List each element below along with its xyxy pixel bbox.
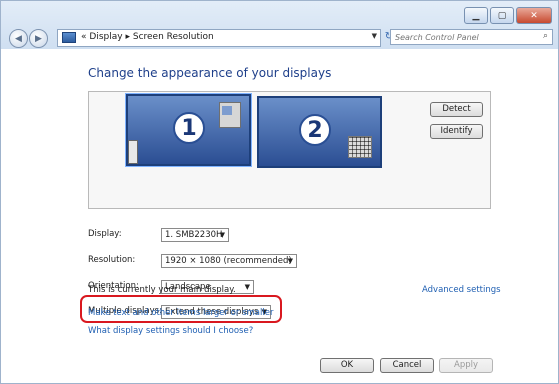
display-label: Display: xyxy=(88,229,122,239)
desktop-window-icon xyxy=(219,102,241,128)
breadcrumb-display[interactable]: Display xyxy=(89,32,122,42)
maximize-icon: ▢ xyxy=(497,10,507,21)
minimize-button[interactable]: ▁ xyxy=(464,7,488,24)
close-icon: ✕ xyxy=(530,10,538,21)
monitor-1[interactable]: 1 xyxy=(125,93,252,167)
screen-resolution-window: ▁ ▢ ✕ ◀ ▶ « Display ▸ Screen Resolution … xyxy=(0,0,559,384)
breadcrumb: « Display ▸ Screen Resolution xyxy=(81,32,214,42)
chevron-down-icon: ▼ xyxy=(219,231,225,239)
close-button[interactable]: ✕ xyxy=(516,7,552,24)
main-display-text: This is currently your main display. xyxy=(88,285,236,295)
monitor-number: 1 xyxy=(173,112,205,144)
address-bar[interactable]: « Display ▸ Screen Resolution ▼ xyxy=(57,29,381,47)
display-settings-help-link[interactable]: What display settings should I choose? xyxy=(88,326,253,336)
calculator-icon xyxy=(348,136,372,158)
forward-button[interactable]: ▶ xyxy=(29,29,48,48)
content-area: Change the appearance of your displays 1… xyxy=(1,49,558,383)
monitor-number: 2 xyxy=(299,114,331,146)
navigation-bar: ◀ ▶ « Display ▸ Screen Resolution ▼ ↻ ⌕ xyxy=(1,28,558,48)
control-panel-icon xyxy=(62,32,76,43)
search-icon[interactable]: ⌕ xyxy=(543,31,548,41)
search-input[interactable] xyxy=(391,30,535,44)
monitor-2[interactable]: 2 xyxy=(257,96,382,168)
title-bar: ▁ ▢ ✕ ◀ ▶ « Display ▸ Screen Resolution … xyxy=(1,1,558,49)
breadcrumb-screen-resolution[interactable]: Screen Resolution xyxy=(133,32,214,42)
display-select[interactable]: 1. SMB2230H ▼ xyxy=(161,228,229,242)
text-size-link[interactable]: Make text and other items larger or smal… xyxy=(88,308,273,318)
forward-arrow-icon: ▶ xyxy=(35,33,42,44)
resolution-label: Resolution: xyxy=(88,255,136,265)
search-box: ⌕ xyxy=(390,29,553,45)
back-arrow-icon: ◀ xyxy=(15,33,22,44)
monitor-arrangement-panel: 1 2 Detect Identify xyxy=(88,91,491,209)
breadcrumb-overflow[interactable]: « xyxy=(81,32,87,42)
maximize-button[interactable]: ▢ xyxy=(490,7,514,24)
computer-tower-icon xyxy=(128,140,138,164)
window-controls: ▁ ▢ ✕ xyxy=(462,7,552,24)
chevron-down-icon: ▼ xyxy=(287,257,293,265)
identify-button[interactable]: Identify xyxy=(430,124,483,139)
apply-button[interactable]: Apply xyxy=(439,358,493,373)
ok-button[interactable]: OK xyxy=(320,358,374,373)
chevron-down-icon: ▼ xyxy=(244,283,250,291)
address-dropdown-icon[interactable]: ▼ xyxy=(372,32,377,40)
cancel-button[interactable]: Cancel xyxy=(380,358,434,373)
resolution-select-value: 1920 × 1080 (recommended) xyxy=(165,256,292,266)
resolution-select[interactable]: 1920 × 1080 (recommended) ▼ xyxy=(161,254,297,268)
minimize-icon: ▁ xyxy=(472,10,480,21)
back-button[interactable]: ◀ xyxy=(9,29,28,48)
detect-button[interactable]: Detect xyxy=(430,102,483,117)
breadcrumb-separator-icon: ▸ xyxy=(125,32,130,42)
advanced-settings-link[interactable]: Advanced settings xyxy=(422,285,501,295)
display-select-value: 1. SMB2230H xyxy=(165,230,223,240)
page-title: Change the appearance of your displays xyxy=(88,66,332,80)
